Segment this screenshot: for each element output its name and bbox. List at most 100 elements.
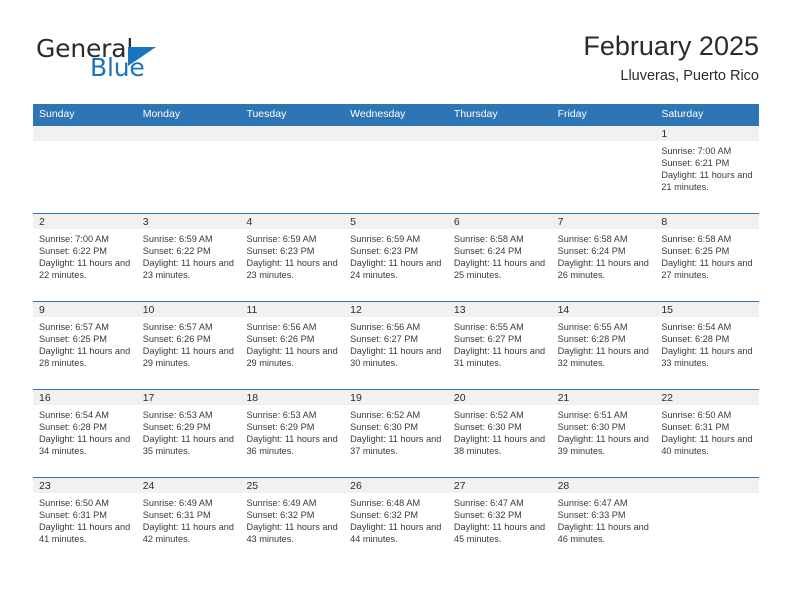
day-cell[interactable] [136, 126, 241, 213]
day-number-bar: 12 [344, 302, 448, 318]
day-cell[interactable]: 24 Sunrise: 6:49 AM Sunset: 6:31 PM Dayligh… [136, 478, 241, 565]
daylight-text: Daylight: 11 hours and 26 minutes. [557, 258, 649, 281]
day-cell[interactable]: 13 Sunrise: 6:55 AM Sunset: 6:27 PM Dayligh… [447, 302, 552, 389]
daylight-text: Daylight: 11 hours and 35 minutes. [142, 434, 234, 457]
day-cell[interactable]: 3 Sunrise: 6:59 AM Sunset: 6:22 PM Daylight… [136, 214, 241, 301]
title-block: February 2025 Lluveras, Puerto Rico [583, 30, 759, 85]
day-cell[interactable]: 15 Sunrise: 6:54 AM Sunset: 6:28 PM Dayligh… [655, 302, 760, 389]
day-number: 3 [142, 216, 149, 228]
day-cell[interactable]: 21 Sunrise: 6:51 AM Sunset: 6:30 PM Dayligh… [551, 390, 656, 477]
day-cell[interactable] [344, 126, 448, 213]
daylight-text: Daylight: 11 hours and 30 minutes. [350, 346, 442, 369]
day-info: Sunrise: 6:58 AM Sunset: 6:24 PM Daylight:… [552, 230, 656, 281]
day-number: 25 [246, 480, 259, 492]
day-cell[interactable]: 26 Sunrise: 6:48 AM Sunset: 6:32 PM Dayligh… [344, 478, 448, 565]
day-number-bar: 15 [655, 302, 760, 318]
day-cell[interactable] [447, 126, 552, 213]
day-number-bar: 8 [655, 214, 760, 230]
sunrise-text: Sunrise: 6:47 AM [453, 498, 524, 508]
day-cell[interactable]: 28 Sunrise: 6:47 AM Sunset: 6:33 PM Dayligh… [551, 478, 656, 565]
daylight-text: Daylight: 11 hours and 39 minutes. [557, 434, 649, 457]
sunrise-text: Sunrise: 6:58 AM [557, 234, 628, 244]
day-number: 26 [350, 480, 362, 492]
sunset-text: Sunset: 6:26 PM [246, 334, 315, 345]
sunset-text: Sunset: 6:28 PM [557, 334, 626, 345]
day-cell[interactable]: 8 Sunrise: 6:58 AM Sunset: 6:25 PM Daylight… [655, 214, 760, 301]
sunrise-text: Sunrise: 6:57 AM [142, 322, 213, 332]
day-cell[interactable]: 4 Sunrise: 6:59 AM Sunset: 6:23 PM Daylight… [240, 214, 345, 301]
sunrise-text: Sunrise: 6:58 AM [661, 234, 732, 244]
day-cell[interactable]: 9 Sunrise: 6:57 AM Sunset: 6:25 PM Daylight… [33, 302, 137, 389]
day-cell[interactable]: 25 Sunrise: 6:49 AM Sunset: 6:32 PM Dayligh… [240, 478, 345, 565]
sunset-text: Sunset: 6:30 PM [350, 422, 419, 433]
day-info: Sunrise: 6:57 AM Sunset: 6:25 PM Daylight:… [33, 318, 137, 369]
day-cell[interactable]: 19 Sunrise: 6:52 AM Sunset: 6:30 PM Dayligh… [344, 390, 448, 477]
day-cell[interactable]: 14 Sunrise: 6:55 AM Sunset: 6:28 PM Dayligh… [551, 302, 656, 389]
day-cell[interactable]: 20 Sunrise: 6:52 AM Sunset: 6:30 PM Dayligh… [447, 390, 552, 477]
day-cell[interactable]: 10 Sunrise: 6:57 AM Sunset: 6:26 PM Dayligh… [136, 302, 241, 389]
general-blue-logo[interactable]: General Blue [33, 36, 233, 92]
sunrise-text: Sunrise: 7:00 AM [39, 234, 109, 244]
daylight-text: Daylight: 11 hours and 45 minutes. [453, 522, 546, 545]
daylight-text: Daylight: 11 hours and 23 minutes. [142, 258, 234, 281]
day-info: Sunrise: 6:59 AM Sunset: 6:23 PM Daylight:… [240, 230, 344, 281]
day-cell[interactable]: 7 Sunrise: 6:58 AM Sunset: 6:24 PM Daylight… [551, 214, 656, 301]
daylight-text: Daylight: 11 hours and 24 minutes. [350, 258, 442, 281]
day-number: 17 [142, 392, 155, 404]
sunrise-text: Sunrise: 6:58 AM [453, 234, 524, 244]
sunrise-text: Sunrise: 6:57 AM [39, 322, 109, 332]
day-cell[interactable]: 17 Sunrise: 6:53 AM Sunset: 6:29 PM Dayligh… [136, 390, 241, 477]
day-info: Sunrise: 6:54 AM Sunset: 6:28 PM Daylight:… [33, 406, 137, 457]
day-number-bar [655, 478, 760, 494]
day-cell[interactable] [240, 126, 345, 213]
sunset-text: Sunset: 6:29 PM [142, 422, 211, 433]
day-info: Sunrise: 6:50 AM Sunset: 6:31 PM Daylight:… [655, 406, 759, 457]
calendar-grid: Sunday Monday Tuesday Wednesday Thursday… [33, 104, 760, 565]
day-cell[interactable]: 5 Sunrise: 6:59 AM Sunset: 6:23 PM Daylight… [344, 214, 448, 301]
sunset-text: Sunset: 6:27 PM [453, 334, 522, 345]
sunrise-text: Sunrise: 6:49 AM [246, 498, 317, 508]
day-cell[interactable]: 27 Sunrise: 6:47 AM Sunset: 6:32 PM Dayligh… [447, 478, 552, 565]
day-info: Sunrise: 6:57 AM Sunset: 6:26 PM Daylight:… [137, 318, 241, 369]
day-number-bar: 21 [551, 390, 656, 406]
daylight-text: Daylight: 11 hours and 38 minutes. [453, 434, 546, 457]
day-number-bar [551, 126, 656, 142]
day-cell[interactable]: 1 Sunrise: 7:00 AM Sunset: 6:21 PM Daylight… [655, 126, 760, 213]
day-cell[interactable]: 6 Sunrise: 6:58 AM Sunset: 6:24 PM Daylight… [447, 214, 552, 301]
day-cell[interactable] [655, 478, 760, 565]
sunset-text: Sunset: 6:23 PM [246, 246, 315, 257]
day-number: 14 [557, 304, 570, 316]
day-number-bar [344, 126, 448, 142]
sunrise-text: Sunrise: 6:50 AM [39, 498, 109, 508]
sunrise-text: Sunrise: 6:54 AM [661, 322, 732, 332]
day-number-bar: 18 [240, 390, 345, 406]
day-cell[interactable]: 2 Sunrise: 7:00 AM Sunset: 6:22 PM Daylight… [33, 214, 137, 301]
day-cell[interactable]: 16 Sunrise: 6:54 AM Sunset: 6:28 PM Dayligh… [33, 390, 137, 477]
sunset-text: Sunset: 6:26 PM [142, 334, 211, 345]
day-cell[interactable] [551, 126, 656, 213]
day-number-bar: 22 [655, 390, 760, 406]
day-info: Sunrise: 6:55 AM Sunset: 6:27 PM Daylight:… [448, 318, 552, 369]
day-cell[interactable]: 22 Sunrise: 6:50 AM Sunset: 6:31 PM Dayligh… [655, 390, 760, 477]
day-number: 16 [39, 392, 51, 404]
day-number-bar [33, 126, 137, 142]
day-info [240, 142, 344, 145]
day-number-bar: 3 [136, 214, 241, 230]
sunrise-text: Sunrise: 6:59 AM [350, 234, 421, 244]
sunset-text: Sunset: 6:23 PM [350, 246, 419, 257]
day-cell[interactable]: 11 Sunrise: 6:56 AM Sunset: 6:26 PM Dayligh… [240, 302, 345, 389]
weekday-header-saturday: Saturday [661, 108, 704, 120]
day-cell[interactable] [33, 126, 137, 213]
day-cell[interactable]: 12 Sunrise: 6:56 AM Sunset: 6:27 PM Dayligh… [344, 302, 448, 389]
sunset-text: Sunset: 6:24 PM [557, 246, 626, 257]
daylight-text: Daylight: 11 hours and 27 minutes. [661, 258, 753, 281]
sunset-text: Sunset: 6:30 PM [453, 422, 522, 433]
day-cell[interactable]: 23 Sunrise: 6:50 AM Sunset: 6:31 PM Dayligh… [33, 478, 137, 565]
daylight-text: Daylight: 11 hours and 42 minutes. [142, 522, 234, 545]
day-number: 24 [142, 480, 155, 492]
day-info [33, 142, 137, 145]
day-info: Sunrise: 6:55 AM Sunset: 6:28 PM Daylight:… [552, 318, 656, 369]
day-cell[interactable]: 18 Sunrise: 6:53 AM Sunset: 6:29 PM Dayligh… [240, 390, 345, 477]
day-number-bar: 24 [136, 478, 241, 494]
day-info: Sunrise: 6:56 AM Sunset: 6:27 PM Daylight:… [344, 318, 448, 369]
